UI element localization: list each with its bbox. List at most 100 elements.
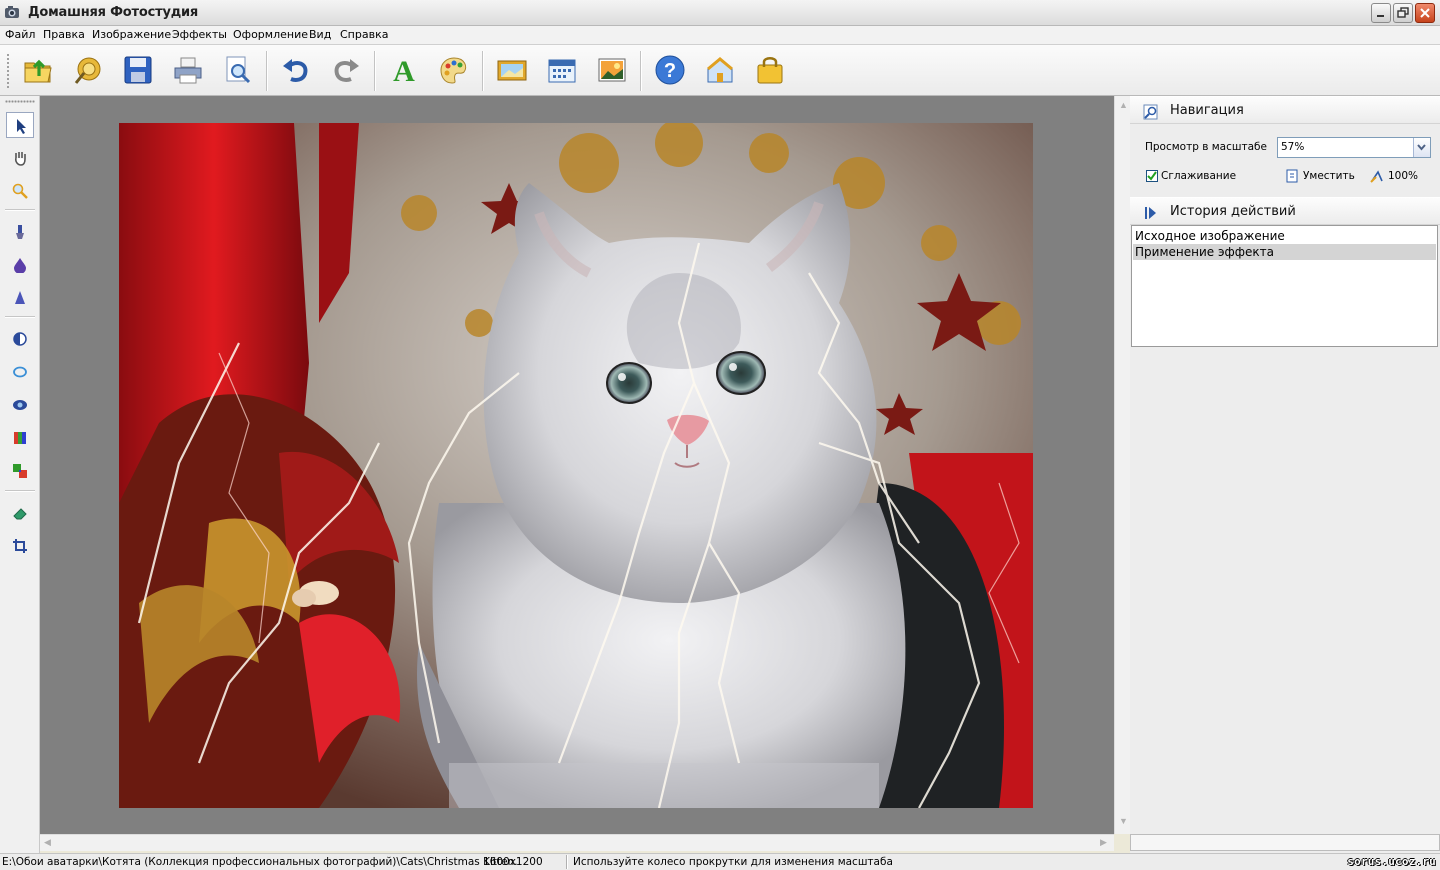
swap-tool[interactable] xyxy=(6,458,34,484)
save-button[interactable] xyxy=(120,52,156,88)
lasso-tool-icon xyxy=(13,366,27,378)
home-button[interactable] xyxy=(702,52,738,88)
scroll-right-icon[interactable]: ▶ xyxy=(1100,837,1107,848)
menu-view[interactable]: Вид xyxy=(309,28,331,41)
tools-separator xyxy=(5,490,35,492)
minimize-icon xyxy=(1377,15,1384,17)
preview-button[interactable] xyxy=(220,52,256,88)
calendar-button[interactable] xyxy=(544,52,580,88)
zoom-dropdown-button[interactable] xyxy=(1413,138,1430,157)
redo-button[interactable] xyxy=(328,52,364,88)
actual-size-button[interactable]: 100% xyxy=(1370,168,1430,184)
menu-effects[interactable]: Эффекты xyxy=(172,28,227,41)
image-button[interactable] xyxy=(594,52,630,88)
horizontal-scrollbar[interactable]: ◀ ▶ xyxy=(40,834,1114,851)
text-button[interactable]: A xyxy=(386,52,422,88)
menu-image[interactable]: Изображение xyxy=(92,28,171,41)
checkmark-icon xyxy=(1147,171,1157,181)
restore-button[interactable] xyxy=(1393,3,1413,23)
palette-button[interactable] xyxy=(436,52,472,88)
drop-tool-icon xyxy=(14,258,26,273)
zoom-tool[interactable] xyxy=(6,178,34,204)
history-title: История действий xyxy=(1170,204,1296,219)
zoom-value: 57% xyxy=(1281,141,1305,153)
main-toolbar: A ? xyxy=(0,45,1440,96)
image-canvas[interactable] xyxy=(40,96,1114,834)
tools-grip[interactable] xyxy=(5,100,35,103)
tools-panel xyxy=(0,96,40,853)
toolbar-separator xyxy=(482,51,484,91)
svg-text:A: A xyxy=(393,55,415,86)
crop-tool[interactable] xyxy=(6,533,34,559)
toolbar-grip[interactable] xyxy=(6,53,10,89)
hand-tool[interactable] xyxy=(6,145,34,171)
fit-button[interactable]: Уместить xyxy=(1285,168,1365,184)
menu-bar: Файл Правка Изображение Эффекты Оформлен… xyxy=(0,26,1440,45)
svg-text:?: ? xyxy=(664,60,676,82)
pointer-tool[interactable] xyxy=(6,112,34,138)
menu-edit[interactable]: Правка xyxy=(43,28,85,41)
print-icon xyxy=(174,57,202,84)
open-button[interactable] xyxy=(20,52,56,88)
tools-separator xyxy=(5,209,35,211)
smoothing-label: Сглаживание xyxy=(1161,170,1237,182)
history-item[interactable]: Исходное изображение xyxy=(1133,228,1436,244)
fit-label: Уместить xyxy=(1303,170,1355,182)
camera-app-icon xyxy=(5,6,19,18)
contrast-tool-icon xyxy=(13,332,27,346)
brush-tool-icon xyxy=(16,225,24,239)
color-tool[interactable] xyxy=(6,425,34,451)
contrast-tool[interactable] xyxy=(6,326,34,352)
scroll-up-icon[interactable]: ▲ xyxy=(1119,100,1128,110)
history-header[interactable]: История действий xyxy=(1130,197,1440,225)
right-panel: Навигация Просмотр в масштабе 57% Сглажи… xyxy=(1130,96,1440,853)
sharpen-tool[interactable] xyxy=(6,285,34,311)
menu-design[interactable]: Оформление xyxy=(233,28,308,41)
scroll-down-icon[interactable]: ▼ xyxy=(1119,816,1128,826)
kitten-photo-image xyxy=(119,123,1033,808)
frame-button[interactable] xyxy=(494,52,530,88)
close-button[interactable] xyxy=(1415,3,1435,23)
status-bar: E:\Обои аватарки\Котята (Коллекция профе… xyxy=(0,853,1440,870)
lasso-tool[interactable] xyxy=(6,359,34,385)
history-icon xyxy=(1145,207,1156,219)
scroll-left-icon[interactable]: ◀ xyxy=(44,837,51,848)
restore-icon xyxy=(1397,7,1409,18)
crop-tool-icon xyxy=(13,539,27,553)
menu-help[interactable]: Справка xyxy=(340,28,388,41)
vertical-scrollbar[interactable]: ▲ ▼ xyxy=(1114,96,1130,834)
kitten-photo[interactable] xyxy=(119,123,1033,808)
save-icon xyxy=(124,56,152,84)
pointer-tool-icon xyxy=(17,119,26,134)
eraser-tool-icon xyxy=(13,508,27,520)
zoom-select[interactable]: 57% xyxy=(1277,137,1431,158)
menu-file[interactable]: Файл xyxy=(5,28,35,41)
status-hint: Используйте колесо прокрутки для изменен… xyxy=(573,856,893,868)
gallery-button[interactable] xyxy=(70,52,106,88)
navigation-header[interactable]: Навигация xyxy=(1130,96,1440,124)
drop-tool[interactable] xyxy=(6,252,34,278)
history-item-selected[interactable]: Применение эффекта xyxy=(1133,244,1436,260)
print-button[interactable] xyxy=(170,52,206,88)
actual-size-label: 100% xyxy=(1388,170,1419,182)
eraser-tool[interactable] xyxy=(6,500,34,526)
panel-scrollbar[interactable] xyxy=(1130,834,1440,851)
shop-button[interactable] xyxy=(752,52,788,88)
calendar-icon xyxy=(548,59,576,83)
toolbar-separator xyxy=(266,51,268,91)
zoom-tool-icon xyxy=(12,183,28,199)
minimize-button[interactable] xyxy=(1371,3,1391,23)
undo-icon xyxy=(283,59,308,82)
fit-icon xyxy=(1286,169,1298,183)
brush-tool[interactable] xyxy=(6,219,34,245)
eye-tool-icon xyxy=(13,400,27,410)
undo-button[interactable] xyxy=(278,52,314,88)
hand-tool-icon xyxy=(15,152,26,166)
help-button[interactable]: ? xyxy=(652,52,688,88)
chevron-down-icon xyxy=(1417,144,1426,151)
smoothing-checkbox[interactable] xyxy=(1146,170,1158,182)
history-list[interactable]: Исходное изображение Применение эффекта xyxy=(1131,225,1438,347)
navigation-title: Навигация xyxy=(1170,103,1244,118)
toolbar-separator xyxy=(640,51,642,91)
eye-tool[interactable] xyxy=(6,392,34,418)
